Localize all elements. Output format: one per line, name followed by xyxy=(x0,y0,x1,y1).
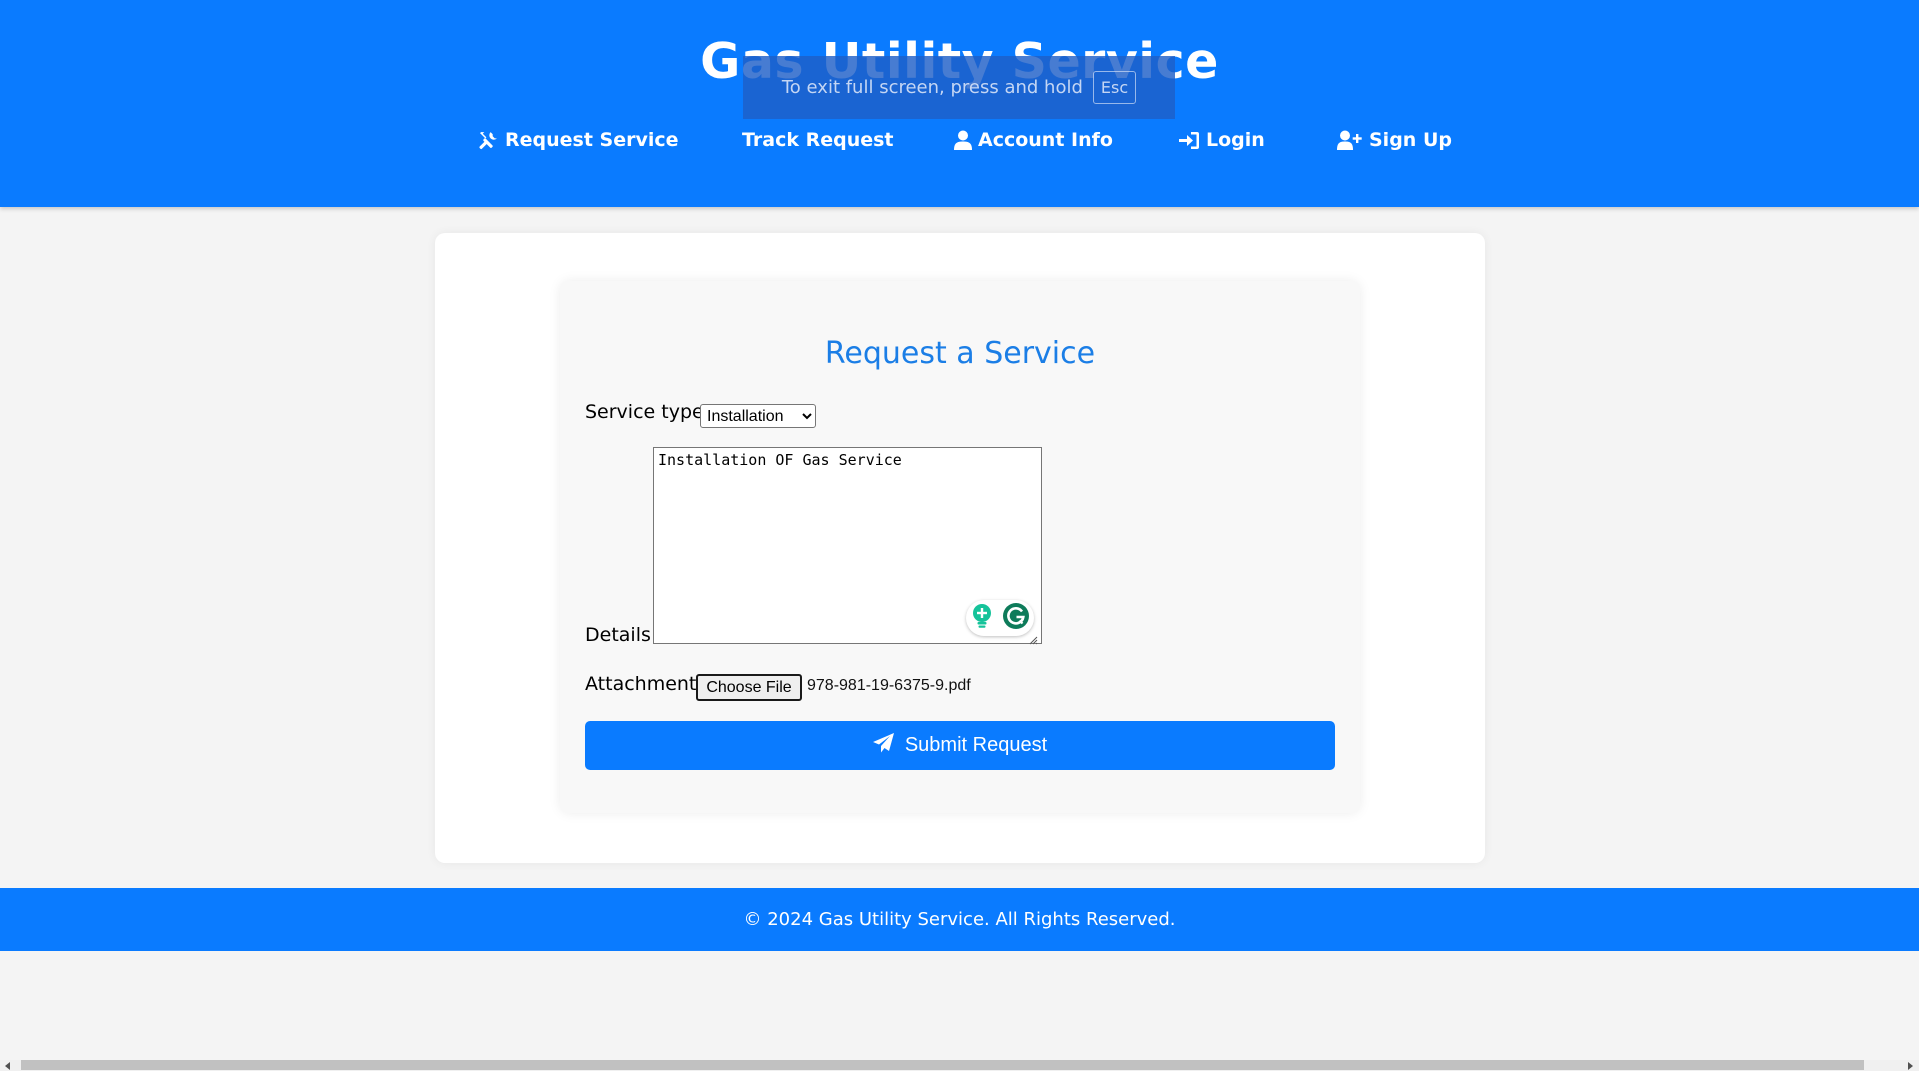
page: Gas Utility Service Request Service Trac… xyxy=(0,0,1919,1071)
nav-login-label: Login xyxy=(1206,129,1265,151)
nav-request-service[interactable]: Request Service xyxy=(478,120,679,160)
site-header: Gas Utility Service Request Service Trac… xyxy=(0,0,1919,207)
scroll-right-arrow-icon[interactable] xyxy=(1905,1061,1915,1071)
grammarly-icon[interactable] xyxy=(1002,602,1030,635)
site-footer: © 2024 Gas Utility Service. All Rights R… xyxy=(0,888,1919,951)
submit-request-label: Submit Request xyxy=(904,734,1048,756)
user-plus-icon xyxy=(1337,130,1363,151)
nav-request-service-label: Request Service xyxy=(505,129,679,151)
submit-request-button[interactable]: Submit Request xyxy=(585,721,1335,770)
nav-account-info-label: Account Info xyxy=(978,129,1113,151)
attachment-label: Attachment: xyxy=(585,673,703,695)
details-label: Details: xyxy=(585,624,658,646)
horizontal-scrollbar[interactable] xyxy=(0,1060,1919,1071)
form-title: Request a Service xyxy=(824,336,1096,371)
fullscreen-toast-message: To exit full screen, press and hold xyxy=(781,77,1083,98)
horizontal-scrollbar-thumb[interactable] xyxy=(21,1060,1864,1070)
paper-plane-icon xyxy=(872,732,895,759)
scroll-left-arrow-icon[interactable] xyxy=(3,1061,13,1071)
fullscreen-toast-key: Esc xyxy=(1092,71,1137,104)
service-type-label: Service type: xyxy=(585,401,711,423)
nav-track-request-label: Track Request xyxy=(742,129,894,151)
user-icon xyxy=(954,130,972,151)
nav-track-request[interactable]: Track Request xyxy=(742,120,894,160)
main-nav: Request Service Track Request Account In… xyxy=(0,120,1919,160)
nav-sign-up[interactable]: Sign Up xyxy=(1337,120,1452,160)
choose-file-button[interactable]: Choose File xyxy=(696,674,802,701)
nav-sign-up-label: Sign Up xyxy=(1369,129,1452,151)
service-type-select[interactable]: Installation xyxy=(700,404,816,428)
selected-file-name: 978-981-19-6375-9.pdf xyxy=(807,677,971,694)
tools-icon xyxy=(478,130,499,151)
footer-copyright: © 2024 Gas Utility Service. All Rights R… xyxy=(743,909,1176,930)
textarea-resize-handle[interactable] xyxy=(1028,632,1038,645)
fullscreen-toast: To exit full screen, press and hold Esc xyxy=(743,56,1175,119)
grammarly-widget[interactable] xyxy=(966,600,1034,636)
nav-login[interactable]: Login xyxy=(1179,120,1265,160)
lightbulb-icon[interactable] xyxy=(970,603,994,634)
sign-in-icon xyxy=(1179,131,1200,150)
nav-account-info[interactable]: Account Info xyxy=(954,120,1113,160)
